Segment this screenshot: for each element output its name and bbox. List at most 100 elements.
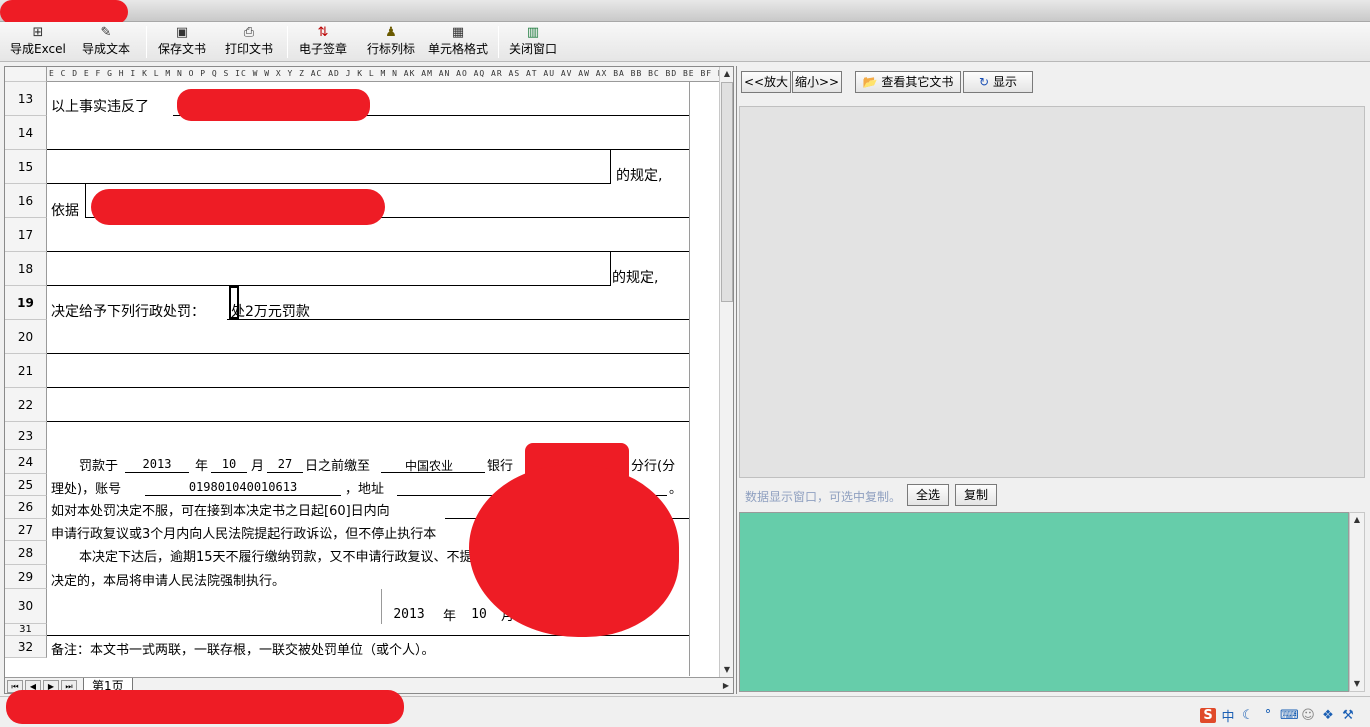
- row-header[interactable]: 25: [5, 474, 47, 496]
- sogou-logo-icon[interactable]: S: [1200, 707, 1216, 723]
- row-header[interactable]: 13: [5, 82, 47, 116]
- scroll-thumb[interactable]: [721, 82, 733, 302]
- user-icon[interactable]: ☺: [1300, 708, 1316, 723]
- zoom-out-button[interactable]: 缩小>>: [792, 71, 842, 93]
- r25-addr: ，地址: [345, 482, 385, 497]
- r24-year-field[interactable]: 2013: [125, 457, 189, 471]
- r32-note: 备注：本文书一式两联，一联存根，一联交被处罚单位（或个人）。: [51, 643, 435, 658]
- r15-suffix: 的规定,: [616, 168, 663, 184]
- cell-border: [610, 150, 611, 184]
- row-header-active[interactable]: 19: [5, 286, 47, 320]
- column-header: E C D E F G H I K L M N O P Q S IC W W X…: [5, 67, 719, 82]
- underline: [47, 285, 610, 286]
- row-header[interactable]: 14: [5, 116, 47, 150]
- row-col-button[interactable]: ♟ 行标列标: [367, 24, 415, 60]
- row-header[interactable]: 18: [5, 252, 47, 286]
- scroll-down-icon[interactable]: ▼: [1350, 677, 1364, 691]
- underline: [47, 387, 689, 388]
- view-other-docs-button[interactable]: 📂 查看其它文书: [855, 71, 961, 93]
- row-header[interactable]: 24: [5, 450, 47, 474]
- row-header[interactable]: 28: [5, 541, 47, 565]
- r25-account-field[interactable]: 019801040010613: [145, 480, 341, 494]
- punctuation-icon[interactable]: °: [1260, 708, 1276, 723]
- r16-text: 依据: [51, 203, 79, 219]
- document-viewer[interactable]: [739, 106, 1365, 478]
- r25-prefix: 理处)，账号: [51, 482, 122, 497]
- ime-mode[interactable]: 中: [1220, 706, 1236, 725]
- save-doc-button[interactable]: ▣ 保存文书: [158, 24, 206, 60]
- r24-before: 日之前缴至: [305, 459, 371, 474]
- r30-month[interactable]: 10: [465, 607, 493, 622]
- row-header[interactable]: 17: [5, 218, 47, 252]
- preview-panel: <<放大 缩小>> 📂 查看其它文书 ↻ 显示 数据显示窗口，可选中复制。 全选…: [736, 66, 1366, 694]
- stamp-icon: ♟: [385, 25, 397, 40]
- underline: [125, 472, 189, 473]
- row-header[interactable]: 23: [5, 422, 47, 450]
- row-header[interactable]: 30: [5, 589, 47, 624]
- r27-text: 申请行政复议或3个月内向人民法院提起行政诉讼，但不停止执行本: [51, 527, 437, 542]
- row-header[interactable]: 32: [5, 636, 47, 658]
- grid-boundary: [689, 82, 690, 676]
- export-text-button[interactable]: ✎ 导成文本: [82, 24, 130, 60]
- row-header[interactable]: 16: [5, 184, 47, 218]
- zoom-in-button[interactable]: <<放大: [741, 71, 791, 93]
- row-header[interactable]: 26: [5, 496, 47, 519]
- moon-icon[interactable]: ☾: [1240, 708, 1256, 723]
- r30-year-label: 年: [443, 609, 457, 624]
- r25-end: 。: [669, 482, 683, 497]
- shirt-icon[interactable]: ❖: [1320, 708, 1336, 723]
- r24-month-label: 月: [251, 459, 265, 474]
- r30-year[interactable]: 2013: [391, 607, 427, 622]
- keyboard-icon[interactable]: ⌨: [1280, 708, 1299, 723]
- close-window-button[interactable]: ▥ 关闭窗口: [509, 24, 557, 60]
- printer-icon: ⎙: [243, 25, 255, 40]
- underline: [267, 472, 303, 473]
- scroll-up-icon[interactable]: ▲: [720, 67, 733, 81]
- r19-value-cell[interactable]: 处2万元罚款: [231, 301, 310, 321]
- cell-border: [610, 252, 611, 286]
- cell-format-button[interactable]: ▦ 单元格格式: [428, 24, 488, 60]
- r28-text: 本决定下达后，逾期15天不履行缴纳罚款，又不申请行政复议、不提: [79, 550, 473, 565]
- data-text-area[interactable]: [739, 512, 1349, 692]
- grid-icon: ▦: [451, 25, 465, 40]
- row-header[interactable]: 21: [5, 354, 47, 388]
- export-excel-button[interactable]: ⊞ 导成Excel: [10, 24, 66, 60]
- toolbar-separator: [287, 26, 288, 58]
- e-sign-button[interactable]: ⇅ 电子签章: [299, 24, 347, 60]
- r24-month-field[interactable]: 10: [211, 457, 247, 471]
- redaction-title: [0, 0, 128, 24]
- row-header[interactable]: 27: [5, 519, 47, 541]
- select-all-button[interactable]: 全选: [907, 484, 949, 506]
- vertical-scrollbar[interactable]: ▲ ▼: [719, 67, 733, 677]
- scroll-up-icon[interactable]: ▲: [1350, 513, 1364, 527]
- underline: [47, 421, 689, 422]
- redaction: [177, 89, 370, 121]
- document-sheet[interactable]: E C D E F G H I K L M N O P Q S IC W W X…: [4, 66, 734, 694]
- wrench-icon[interactable]: ⚒: [1340, 708, 1356, 723]
- toolbar-separator: [146, 26, 147, 58]
- cell-cursor: [229, 286, 239, 319]
- copy-button[interactable]: 复制: [955, 484, 997, 506]
- refresh-icon: ↻: [979, 75, 990, 89]
- scroll-down-icon[interactable]: ▼: [720, 663, 733, 677]
- row-header[interactable]: 31: [5, 624, 47, 636]
- show-button[interactable]: ↻ 显示: [963, 71, 1033, 93]
- r24-branch: 分行(分: [631, 459, 676, 474]
- row-header[interactable]: 22: [5, 388, 47, 422]
- r24-day-field[interactable]: 27: [267, 457, 303, 471]
- row-header[interactable]: 15: [5, 150, 47, 184]
- row-header[interactable]: 29: [5, 565, 47, 589]
- data-window-hint: 数据显示窗口，可选中复制。: [745, 490, 902, 504]
- pen-icon: ✎: [100, 25, 112, 40]
- underline: [47, 149, 689, 150]
- r19-text: 决定给予下列行政处罚：: [51, 304, 205, 320]
- toolbar-separator: [498, 26, 499, 58]
- scroll-right-icon[interactable]: ▶: [719, 679, 733, 693]
- cell-border: [85, 184, 86, 218]
- print-doc-button[interactable]: ⎙ 打印文书: [225, 24, 273, 60]
- r29-text: 决定的，本局将申请人民法院强制执行。: [51, 574, 286, 589]
- r24-bank-field[interactable]: 中国农业: [405, 457, 453, 474]
- row-header-corner: [5, 67, 47, 82]
- text-area-scrollbar[interactable]: ▲ ▼: [1349, 512, 1365, 692]
- row-header[interactable]: 20: [5, 320, 47, 354]
